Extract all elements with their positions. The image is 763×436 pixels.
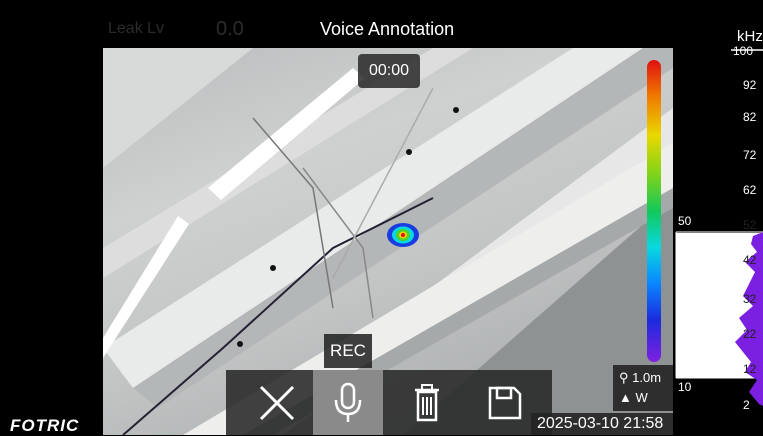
- brand-logo: FOTRIC: [10, 416, 80, 435]
- distance-value: 1.0m: [632, 370, 662, 385]
- threshold-low-label: 10: [678, 380, 692, 394]
- save-button[interactable]: [470, 370, 540, 435]
- spectrum-tick-label: 22: [743, 327, 757, 341]
- color-scale-bar: [647, 60, 661, 362]
- spectrum-tick-label: 82: [743, 110, 757, 124]
- direction-row: ▲ W: [619, 390, 648, 405]
- cancel-button[interactable]: [242, 370, 312, 435]
- direction-value: W: [635, 390, 648, 405]
- distance-row: ⚲ 1.0m: [619, 370, 661, 386]
- close-icon: [259, 385, 295, 420]
- timestamp: 2025-03-10 21:58: [531, 413, 673, 435]
- spectrum-tick-label: 62: [743, 183, 757, 197]
- spectrum-tick-label: 72: [743, 148, 757, 162]
- trash-icon: [415, 383, 439, 421]
- leak-level-label: Leak Lv: [108, 20, 165, 37]
- spectrum-unit: kHz: [737, 28, 763, 45]
- spectrum-tick-label: 92: [743, 78, 757, 92]
- leak-level-value: 0.0: [216, 18, 244, 40]
- recording-timer: 00:00: [358, 54, 420, 88]
- delete-button[interactable]: [392, 370, 462, 435]
- record-button[interactable]: [313, 370, 383, 435]
- left-black-strip: [0, 0, 103, 435]
- microphone-icon: [334, 382, 362, 422]
- spectrum-tick-label: 100: [733, 44, 754, 58]
- threshold-high-label: 50: [678, 214, 692, 228]
- spectrum-tick-label: 42: [743, 253, 757, 267]
- leak-hotspot-marker: [387, 223, 419, 247]
- compass-arrow-icon: ▲: [619, 390, 632, 405]
- spectrum-tick-label: 32: [743, 292, 757, 306]
- rec-label: REC: [324, 334, 372, 368]
- voice-toolbar: [226, 370, 552, 435]
- spectrum-tick-label: 12: [743, 362, 757, 376]
- spectrum-tick-label: 52: [743, 218, 757, 232]
- save-icon: [488, 386, 522, 419]
- page-title: Voice Annotation: [320, 19, 455, 39]
- spectrum-tick-label: 2: [743, 398, 750, 412]
- location-pin-icon: ⚲: [619, 370, 629, 385]
- distance-direction-info: ⚲ 1.0m ▲ W: [613, 365, 673, 411]
